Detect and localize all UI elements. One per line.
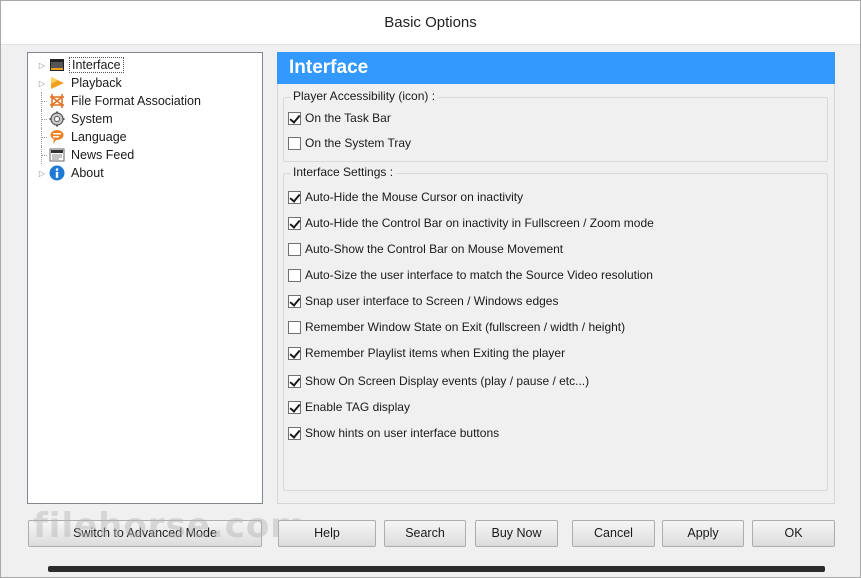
window-title: Basic Options: [1, 1, 860, 45]
tree-item-system[interactable]: System: [28, 110, 258, 128]
option-label: Auto-Hide the Control Bar on inactivity …: [305, 216, 654, 230]
search-button[interactable]: Search: [384, 520, 466, 547]
checkbox[interactable]: [288, 294, 301, 308]
checkbox[interactable]: [288, 374, 301, 388]
tree-item-label: About: [71, 166, 104, 180]
checkbox[interactable]: [288, 111, 301, 125]
expand-arrow-icon[interactable]: ▷: [37, 74, 47, 92]
expand-arrow-icon[interactable]: ▷: [37, 56, 47, 74]
option-remember-playlist[interactable]: Remember Playlist items when Exiting the…: [288, 345, 565, 361]
tree-item-about[interactable]: ▷ About: [28, 164, 258, 182]
tree-item-label: Language: [71, 130, 127, 144]
option-system-tray[interactable]: On the System Tray: [288, 135, 411, 151]
option-show-control-bar[interactable]: Auto-Show the Control Bar on Mouse Movem…: [288, 241, 563, 257]
window-shadow: [48, 566, 825, 572]
option-label: Show On Screen Display events (play / pa…: [305, 374, 590, 388]
option-snap-edges[interactable]: Snap user interface to Screen / Windows …: [288, 293, 558, 309]
option-hide-cursor[interactable]: Auto-Hide the Mouse Cursor on inactivity: [288, 189, 523, 205]
option-label: Enable TAG display: [305, 400, 410, 414]
option-label: Auto-Size the user interface to match th…: [305, 268, 653, 282]
section-title: Interface: [277, 52, 835, 84]
option-show-hints[interactable]: Show hints on user interface buttons: [288, 425, 499, 441]
option-label: On the System Tray: [305, 136, 412, 150]
tree-item-playback[interactable]: ▷ Playback: [28, 74, 258, 92]
option-auto-size[interactable]: Auto-Size the user interface to match th…: [288, 267, 653, 283]
checkbox[interactable]: [288, 400, 301, 414]
help-button[interactable]: Help: [278, 520, 376, 547]
option-label: Auto-Hide the Mouse Cursor on inactivity: [305, 190, 524, 204]
tree-item-label: News Feed: [71, 148, 135, 162]
group-title: Interface Settings :: [290, 165, 397, 179]
checkbox[interactable]: [288, 242, 301, 256]
language-icon: [49, 129, 65, 145]
tree-item-news-feed[interactable]: News Feed: [28, 146, 258, 164]
buy-now-button[interactable]: Buy Now: [475, 520, 558, 547]
tree-item-label: System: [71, 112, 113, 126]
checkbox[interactable]: [288, 346, 301, 360]
info-icon: [49, 165, 65, 181]
group-title: Player Accessibility (icon) :: [290, 89, 439, 103]
tree-item-label: File Format Association: [71, 94, 201, 108]
options-tree[interactable]: ▷ Interface ▷ Playback File Format Assoc…: [27, 52, 263, 504]
ok-button[interactable]: OK: [752, 520, 835, 547]
file-association-icon: [49, 93, 65, 109]
news-icon: [49, 147, 65, 163]
switch-advanced-mode-button[interactable]: Switch to Advanced Mode: [28, 520, 262, 547]
checkbox[interactable]: [288, 216, 301, 230]
interface-settings-group: Interface Settings : Auto-Hide the Mouse…: [283, 165, 828, 491]
option-osd-events[interactable]: Show On Screen Display events (play / pa…: [288, 373, 589, 389]
accessibility-group: Player Accessibility (icon) : On the Tas…: [283, 89, 828, 162]
option-tag-display[interactable]: Enable TAG display: [288, 399, 410, 415]
option-label: Remember Window State on Exit (fullscree…: [305, 320, 626, 334]
tree-item-label: Playback: [71, 76, 122, 90]
settings-panel: Player Accessibility (icon) : On the Tas…: [277, 84, 835, 504]
option-remember-window[interactable]: Remember Window State on Exit (fullscree…: [288, 319, 625, 335]
cancel-button[interactable]: Cancel: [572, 520, 655, 547]
tree-item-interface[interactable]: ▷ Interface: [28, 56, 258, 74]
gear-icon: [49, 111, 65, 127]
option-task-bar[interactable]: On the Task Bar: [288, 110, 391, 126]
checkbox[interactable]: [288, 320, 301, 334]
options-window: Basic Options ▷ Interface ▷ Playback Fil…: [0, 0, 861, 578]
tree-item-language[interactable]: Language: [28, 128, 258, 146]
checkbox[interactable]: [288, 190, 301, 204]
tree-item-file-format-association[interactable]: File Format Association: [28, 92, 258, 110]
interface-icon: [49, 57, 65, 73]
option-label: Remember Playlist items when Exiting the…: [305, 346, 566, 360]
option-label: Snap user interface to Screen / Windows …: [305, 294, 559, 308]
tree-item-label: Interface: [69, 57, 124, 73]
checkbox[interactable]: [288, 426, 301, 440]
option-label: Show hints on user interface buttons: [305, 426, 500, 440]
option-label: On the Task Bar: [305, 111, 391, 125]
checkbox[interactable]: [288, 136, 301, 150]
checkbox[interactable]: [288, 268, 301, 282]
expand-arrow-icon[interactable]: ▷: [37, 164, 47, 182]
playback-icon: [49, 75, 65, 91]
apply-button[interactable]: Apply: [662, 520, 744, 547]
option-hide-control-bar[interactable]: Auto-Hide the Control Bar on inactivity …: [288, 215, 654, 231]
option-label: Auto-Show the Control Bar on Mouse Movem…: [305, 242, 564, 256]
